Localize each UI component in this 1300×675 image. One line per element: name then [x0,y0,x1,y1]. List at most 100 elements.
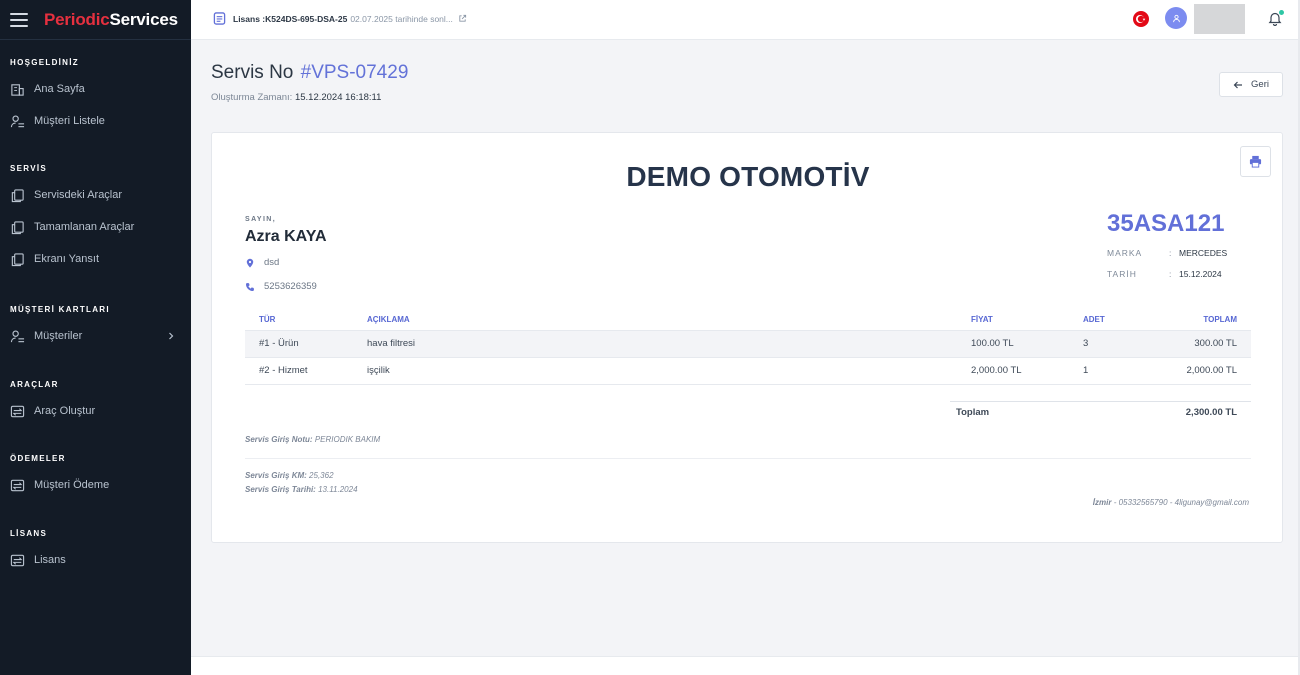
sidebar-item-label: Müşteri Listele [34,115,105,127]
sidebar-item-label: Müşteriler [34,330,83,342]
sidebar-section-title: ÖDEMELER [10,454,66,463]
sidebar-item-label: Ana Sayfa [34,83,85,95]
cell-description: hava filtresi [353,330,957,358]
sidebar-section-title: SERVİS [10,164,47,173]
sidebar-item-ekran-yans-t[interactable]: Ekranı Yansıt [0,243,191,275]
created-label: Oluşturma Zamanı: [211,92,293,103]
sidebar-item-label: Servisdeki Araçlar [34,189,123,201]
back-label: Geri [1251,79,1269,90]
cell-price: 2,000.00 TL [957,357,1069,385]
sidebar-item-label: Ekranı Yansıt [34,253,100,265]
date-label: TARİH [1107,269,1137,279]
profile-placeholder[interactable] [1194,4,1245,34]
cell-total: 2,000.00 TL [1149,357,1251,385]
user-list-icon [10,114,34,129]
created-time: Oluşturma Zamanı: 15.12.2024 16:18:11 [211,92,381,103]
date-row: TARİH : 15.12.2024 [1107,269,1222,279]
app-logo[interactable]: PeriodicServices [44,10,178,30]
items-table: TÜR AÇIKLAMA FİYAT ADET TOPLAM #1 - Ürün… [245,310,1251,385]
col-header-price: FİYAT [957,310,1069,331]
user-avatar-icon[interactable] [1165,7,1187,29]
sidebar-item-lisans[interactable]: Lisans [0,544,191,576]
sidebar-item-ara-olu-tur[interactable]: Araç Oluştur [0,395,191,427]
date-value: 15.12.2024 [1179,269,1222,279]
cell-qty: 3 [1069,330,1149,358]
title-label: Servis No [211,62,294,83]
contact-city: İzmir [1092,498,1112,507]
entry-km-value: 25,362 [309,471,334,480]
col-header-type: TÜR [245,310,353,331]
phone-text: 5253626359 [264,281,317,292]
copy-icon [10,220,34,235]
page-footer [191,656,1300,675]
map-pin-icon [246,258,254,267]
table-header-row: TÜR AÇIKLAMA FİYAT ADET TOPLAM [245,310,1251,331]
cell-type: #2 - Hizmet [245,357,353,385]
sidebar-section-title: ARAÇLAR [10,380,59,389]
brand-label: MARKA [1107,248,1143,258]
sidebar-item-ana-sayfa[interactable]: Ana Sayfa [0,73,191,105]
table-row: #2 - Hizmet işçilik 2,000.00 TL 1 2,000.… [245,357,1251,385]
license-label: Lisans :K524DS-695-DSA-25 [233,13,348,24]
entry-km-label: Servis Giriş KM: [245,471,307,480]
salutation: SAYIN, [245,216,277,223]
back-button[interactable]: Geri [1219,72,1283,97]
sidebar-item-m-teri-deme[interactable]: Müşteri Ödeme [0,469,191,501]
exchange-icon [10,478,34,493]
chevron-right-icon [169,332,174,340]
contact-details: - 05332565790 - 4ligunay@gmail.com [1113,498,1249,507]
copy-icon [10,252,34,267]
sidebar-item-label: Tamamlanan Araçlar [34,221,135,233]
license-plate: 35ASA121 [1107,210,1225,237]
brand-bar: PeriodicServices [0,0,191,40]
created-value: 15.12.2024 16:18:11 [294,92,382,103]
address-text: dsd [264,257,280,268]
logo-part-services: Services [109,9,178,29]
exchange-icon [10,404,34,419]
phone-icon [246,282,254,291]
sidebar-section-title: LİSANS [10,529,48,538]
customer-phone: 5253626359 [245,281,317,292]
entry-date-value: 13.11.2024 [318,485,358,494]
cell-description: işçilik [353,357,957,385]
user-list-icon [10,329,34,344]
col-header-qty: ADET [1069,310,1149,331]
external-link-icon[interactable] [458,14,467,23]
grand-total-value: 2,300.00 TL [1185,407,1237,418]
sidebar-item-label: Araç Oluştur [34,405,96,417]
table-row: #1 - Ürün hava filtresi 100.00 TL 3 300.… [245,330,1251,358]
customer-name: Azra KAYA [245,228,327,245]
cell-total: 300.00 TL [1149,330,1251,358]
copy-icon [10,188,34,203]
company-name: DEMO OTOMOTİV [626,161,870,192]
sidebar-item-servisdeki-ara-lar[interactable]: Servisdeki Araçlar [0,179,191,211]
entry-km: Servis Giriş KM: 25,362 [245,471,334,480]
sidebar-item-m-teri-listele[interactable]: Müşteri Listele [0,105,191,137]
menu-toggle-icon[interactable] [10,12,28,27]
notification-dot [1279,10,1284,15]
exchange-icon [10,553,34,568]
sidebar: PeriodicServices HOŞGELDİNİZ Ana Sayfa Müş… [0,0,191,675]
col-header-description: AÇIKLAMA [353,310,957,331]
turkish-flag-icon[interactable] [1133,11,1149,27]
brand-row: MARKA : MERCEDES [1107,248,1227,258]
sidebar-item-tamamlanan-ara-lar[interactable]: Tamamlanan Araçlar [0,211,191,243]
cell-qty: 1 [1069,357,1149,385]
grand-total: Toplam 2,300.00 TL [950,401,1251,423]
license-info[interactable]: Lisans :K524DS-695-DSA-25 02.07.2025 tar… [213,12,467,25]
entry-date: Servis Giriş Tarihi: 13.11.2024 [245,485,358,494]
cell-type: #1 - Ürün [245,330,353,358]
sidebar-item-m-teriler[interactable]: Müşteriler [0,320,191,352]
sidebar-item-label: Lisans [34,554,66,566]
arrow-left-icon [1233,81,1243,88]
logo-part-periodic: Periodic [44,9,110,29]
cell-price: 100.00 TL [957,330,1069,358]
entry-note-value: PERIODIK BAKIM [314,435,381,444]
document-icon [213,12,226,25]
col-header-total: TOPLAM [1149,310,1251,331]
customer-address: dsd [245,257,279,268]
entry-date-label: Servis Giriş Tarihi: [245,485,316,494]
invoice-card: DEMO OTOMOTİV SAYIN, Azra KAYA dsd 52536… [211,132,1283,543]
entry-note: Servis Giriş Notu: PERIODIK BAKIM [245,435,380,444]
grand-total-label: Toplam [956,407,990,418]
